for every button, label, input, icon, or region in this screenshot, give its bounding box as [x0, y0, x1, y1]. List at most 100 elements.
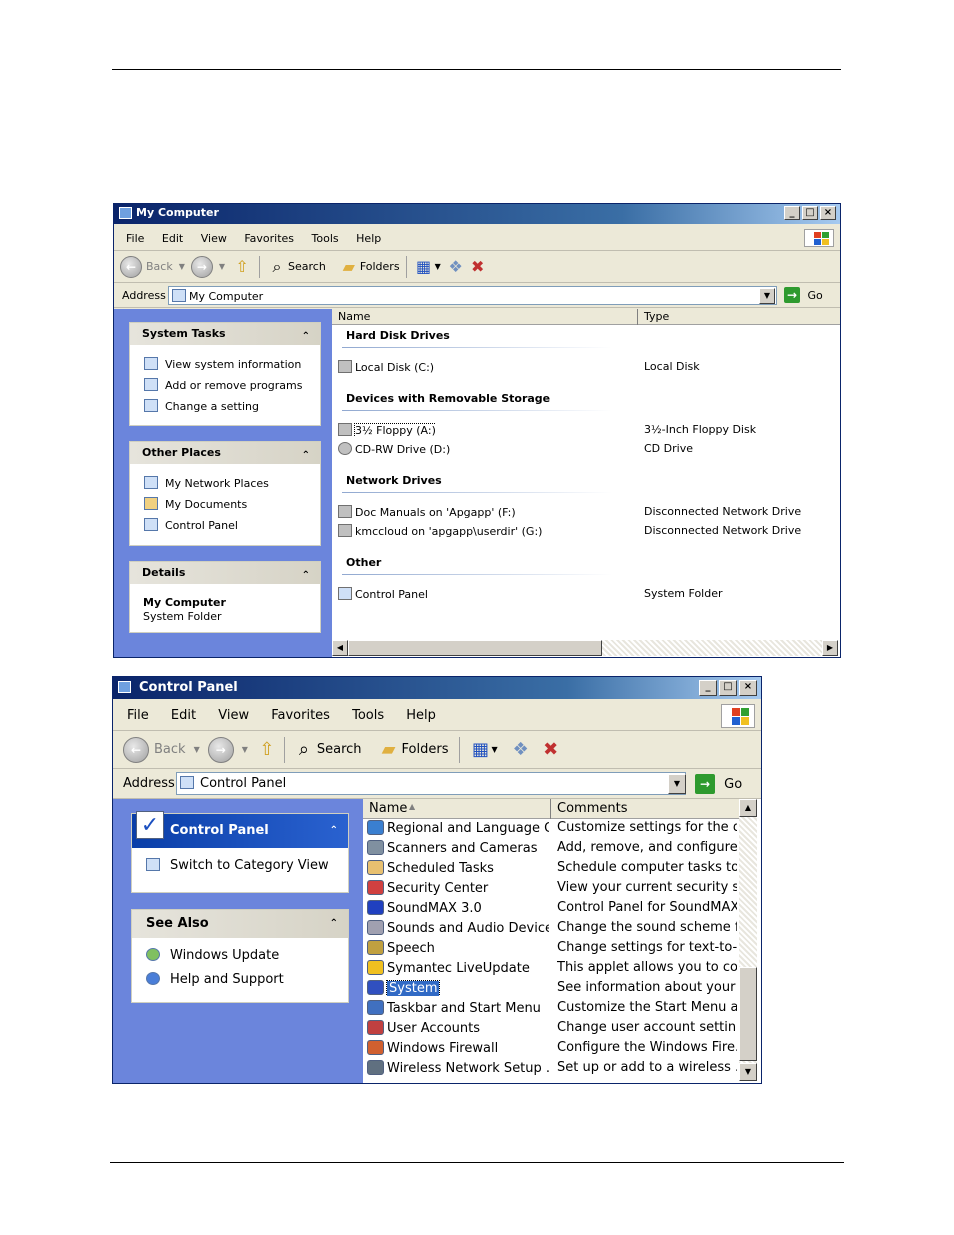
back-button-label[interactable]: Back [146, 260, 173, 273]
menu-file[interactable]: File [127, 701, 149, 731]
scroll-thumb[interactable] [739, 967, 757, 1061]
collapse-chevron-icon[interactable]: ⌃ [302, 565, 310, 587]
list-item[interactable]: Scanners and Cameras [367, 840, 549, 856]
task-change-setting[interactable]: Change a setting [144, 399, 259, 413]
go-button[interactable]: → Go [784, 287, 823, 303]
menu-view[interactable]: View [218, 701, 249, 731]
scroll-down-button[interactable]: ▼ [739, 1063, 757, 1081]
scroll-right-button[interactable]: ▶ [822, 640, 838, 656]
minimize-button[interactable]: _ [699, 680, 717, 696]
delete-icon[interactable]: ✖ [467, 257, 489, 277]
column-name-header[interactable]: Name [338, 310, 370, 323]
scroll-thumb[interactable] [348, 640, 602, 656]
menu-favorites[interactable]: Favorites [271, 701, 330, 731]
title-bar[interactable]: My Computer _ □ × [114, 204, 840, 224]
close-button[interactable]: × [739, 680, 757, 696]
column-name-header[interactable]: Name [369, 801, 407, 816]
switch-to-category-view[interactable]: Switch to Category View [146, 858, 329, 873]
forward-arrow-icon[interactable]: → [207, 736, 234, 763]
address-dropdown-button[interactable]: ▼ [668, 774, 686, 794]
list-item[interactable]: Symantec LiveUpdate [367, 960, 549, 976]
search-button[interactable]: Search [317, 742, 362, 757]
list-item[interactable]: User Accounts [367, 1020, 549, 1036]
forward-dropdown-icon[interactable]: ▼ [242, 745, 248, 754]
search-button[interactable]: Search [288, 260, 326, 273]
delete-icon[interactable]: ✖ [536, 739, 566, 760]
go-button[interactable]: → Go [695, 774, 742, 794]
menu-help[interactable]: Help [356, 226, 381, 251]
task-view-system-information[interactable]: View system information [144, 357, 301, 371]
list-item[interactable]: Sounds and Audio Devices [367, 920, 549, 936]
see-also-windows-update[interactable]: Windows Update [146, 948, 279, 963]
forward-dropdown-icon[interactable]: ▼ [219, 262, 225, 271]
see-also-header[interactable]: See Also ⌃ [132, 910, 348, 938]
list-item[interactable]: Speech [367, 940, 549, 956]
address-input[interactable]: My Computer [168, 286, 777, 305]
menu-view[interactable]: View [201, 226, 227, 251]
vertical-scrollbar[interactable]: ▲ ▼ [739, 799, 757, 1081]
system-tasks-header[interactable]: System Tasks ⌃ [130, 323, 320, 345]
scroll-left-button[interactable]: ◀ [332, 640, 348, 656]
search-icon[interactable]: ⌕ [266, 257, 288, 277]
folders-icon[interactable]: ▰ [338, 257, 360, 277]
views-icon[interactable]: ▦ [470, 739, 492, 760]
back-dropdown-icon[interactable]: ▼ [194, 745, 200, 754]
folders-button[interactable]: Folders [360, 260, 400, 273]
up-folder-icon[interactable]: ⇧ [256, 739, 278, 760]
place-my-network-places[interactable]: My Network Places [144, 476, 269, 490]
back-arrow-icon[interactable]: ← [120, 255, 142, 278]
address-input[interactable]: Control Panel [176, 772, 686, 795]
list-item[interactable]: kmccloud on 'apgapp\userdir' (G:) [338, 524, 542, 538]
views-dropdown-icon[interactable]: ▼ [435, 262, 441, 271]
list-item[interactable]: System [367, 980, 549, 996]
address-dropdown-button[interactable]: ▼ [759, 288, 775, 304]
back-arrow-icon[interactable]: ← [123, 736, 149, 763]
maximize-button[interactable]: □ [802, 206, 818, 220]
other-places-header[interactable]: Other Places ⌃ [130, 442, 320, 464]
close-button[interactable]: × [820, 206, 836, 220]
forward-arrow-icon[interactable]: → [190, 255, 213, 278]
views-dropdown-icon[interactable]: ▼ [492, 745, 498, 754]
collapse-chevron-icon[interactable]: ⌃ [330, 910, 338, 938]
list-item[interactable]: Scheduled Tasks [367, 860, 549, 876]
folders-button[interactable]: Folders [402, 742, 449, 757]
list-item[interactable]: Doc Manuals on 'Apgapp' (F:) [338, 505, 516, 519]
task-add-remove-programs[interactable]: Add or remove programs [144, 378, 303, 392]
menu-edit[interactable]: Edit [162, 226, 183, 251]
minimize-button[interactable]: _ [784, 206, 800, 220]
collapse-chevron-icon[interactable]: ⌃ [330, 814, 338, 848]
maximize-button[interactable]: □ [719, 680, 737, 696]
place-control-panel[interactable]: Control Panel [144, 518, 238, 532]
list-item[interactable]: Windows Firewall [367, 1040, 549, 1056]
scroll-up-button[interactable]: ▲ [739, 799, 757, 817]
search-icon[interactable]: ⌕ [291, 739, 317, 760]
see-also-help-support[interactable]: Help and Support [146, 972, 284, 987]
menu-help[interactable]: Help [406, 701, 436, 731]
back-button-label[interactable]: Back [154, 742, 186, 757]
collapse-chevron-icon[interactable]: ⌃ [302, 326, 310, 348]
move-to-icon[interactable]: ❖ [445, 257, 467, 277]
list-item[interactable]: Security Center [367, 880, 549, 896]
menu-file[interactable]: File [126, 226, 144, 251]
details-header[interactable]: Details ⌃ [130, 562, 320, 584]
up-folder-icon[interactable]: ⇧ [231, 257, 253, 277]
menu-edit[interactable]: Edit [171, 701, 196, 731]
collapse-chevron-icon[interactable]: ⌃ [302, 445, 310, 467]
menu-tools[interactable]: Tools [352, 701, 384, 731]
horizontal-scrollbar[interactable]: ◀ ▶ [332, 640, 838, 656]
move-to-icon[interactable]: ❖ [506, 739, 536, 760]
menu-tools[interactable]: Tools [312, 226, 339, 251]
folders-icon[interactable]: ▰ [376, 739, 402, 760]
menu-favorites[interactable]: Favorites [244, 226, 294, 251]
list-item[interactable]: CD-RW Drive (D:) [338, 442, 450, 456]
list-item[interactable]: Wireless Network Setup ... [367, 1060, 549, 1076]
column-type-header[interactable]: Type [644, 310, 669, 323]
column-comments-header[interactable]: Comments [557, 801, 627, 816]
list-item[interactable]: Taskbar and Start Menu [367, 1000, 549, 1016]
back-dropdown-icon[interactable]: ▼ [179, 262, 185, 271]
list-item[interactable]: SoundMAX 3.0 [367, 900, 549, 916]
views-icon[interactable]: ▦ [413, 257, 435, 277]
title-bar[interactable]: Control Panel _ □ × [113, 677, 761, 699]
list-item[interactable]: Regional and Language O... [367, 820, 549, 836]
list-item[interactable]: 3½ Floppy (A:) [338, 423, 436, 437]
